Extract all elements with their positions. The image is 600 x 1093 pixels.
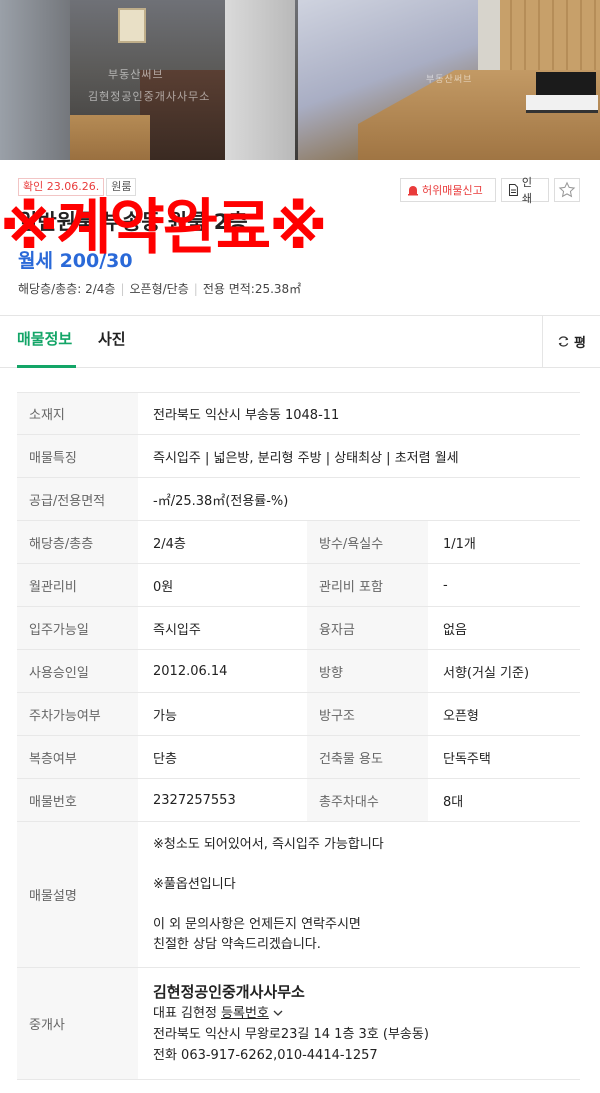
- floor-value: 2/4층: [153, 536, 186, 552]
- direction-label: 방향: [307, 650, 428, 692]
- description-value: ※청소도 되어있어서, 즉시입주 가능합니다 ※풀옵션입니다 이 외 문의사항은…: [138, 822, 580, 967]
- location-value: 전라북도 익산시 부송동 1048-11: [153, 408, 340, 423]
- unit-toggle-button[interactable]: 평: [542, 316, 600, 367]
- table-row: 입주가능일 즉시입주 융자금 없음: [17, 607, 580, 650]
- report-false-listing-button[interactable]: 허위매물신고: [400, 178, 496, 202]
- table-row: 매물번호 2327257553 총주차대수 8대: [17, 779, 580, 822]
- structure-label: 방구조: [307, 693, 428, 735]
- fee-label: 월관리비: [17, 564, 138, 606]
- floor-label: 해당층/총층: [17, 521, 138, 563]
- broker-address: 전라북도 익산시 무왕로23길 14 1층 3호 (부송동): [153, 1026, 429, 1042]
- fee-value: 0원: [153, 579, 174, 595]
- rooms-label: 방수/욕실수: [307, 521, 428, 563]
- broker-name: 김현정공인중개사사무소: [153, 982, 305, 1001]
- broker-rep-name: 대표 김현정: [153, 1005, 217, 1021]
- photo-watermark: 김현정공인중개사사무소: [88, 90, 211, 103]
- table-row: 매물특징 즉시입주 | 넓은방, 분리형 주방 | 상태최상 | 초저렴 월세: [17, 435, 580, 478]
- listing-number-value: 2327257553: [153, 792, 236, 808]
- table-row: 사용승인일 2012.06.14 방향 서향(거실 기준): [17, 650, 580, 693]
- print-button[interactable]: 인쇄: [501, 176, 549, 205]
- table-row: 중개사 김현정공인중개사사무소 대표 김현정 등록번호 전라북도 익산시 무왕로…: [17, 968, 580, 1080]
- parking-label: 주차가능여부: [17, 693, 138, 735]
- favorite-button[interactable]: [554, 178, 580, 202]
- summary-floor: 해당층/총층: 2/4층: [18, 282, 116, 296]
- broker-representative: 대표 김현정 등록번호: [153, 1003, 283, 1024]
- listing-photo-kitchen[interactable]: 부동산써브 김현정공인중개사사무소: [0, 0, 298, 160]
- listing-photo-room[interactable]: 부동산써브: [298, 0, 600, 160]
- move-in-value: 즉시입주: [153, 622, 201, 638]
- description-line: 친절한 상담 약속드리겠습니다.: [153, 936, 321, 952]
- broker-phone: 전화 063-917-6262,010-4414-1257: [153, 1047, 378, 1063]
- duplex-value: 단층: [153, 751, 177, 767]
- summary-structure: 오픈형/단층: [129, 282, 189, 296]
- description-line: ※풀옵션입니다: [153, 876, 236, 892]
- siren-icon: [408, 186, 418, 196]
- report-label: 허위매물신고: [422, 184, 483, 197]
- description-line: 이 외 문의사항은 언제든지 연락주시면: [153, 916, 361, 932]
- total-parking-value: 8대: [443, 794, 464, 810]
- direction-value: 서향(거실 기준): [443, 665, 530, 681]
- table-row: 복층여부 단층 건축물 용도 단독주택: [17, 736, 580, 779]
- unit-toggle-label: 평: [574, 336, 586, 351]
- document-icon: [508, 184, 518, 196]
- parking-value: 가능: [153, 708, 177, 724]
- broker-info: 김현정공인중개사사무소 대표 김현정 등록번호 전라북도 익산시 무왕로23길 …: [138, 968, 580, 1079]
- feature-value: 즉시입주 | 넓은방, 분리형 주방 | 상태최상 | 초저렴 월세: [153, 450, 459, 466]
- structure-value: 오픈형: [443, 708, 479, 724]
- table-row: 해당층/총층 2/4층 방수/욕실수 1/1개: [17, 521, 580, 564]
- detail-tabs: 매물정보 사진 평: [0, 316, 600, 368]
- table-row: 매물설명 ※청소도 되어있어서, 즉시입주 가능합니다 ※풀옵션입니다 이 외 …: [17, 822, 580, 968]
- location-label: 소재지: [17, 393, 138, 434]
- area-label: 공급/전용면적: [17, 478, 138, 520]
- summary-area: 전용 면적:25.38㎡: [202, 282, 302, 296]
- loan-value: 없음: [443, 622, 467, 638]
- table-row: 소재지 전라북도 익산시 부송동 1048-11: [17, 392, 580, 435]
- photo-gallery[interactable]: 부동산써브 김현정공인중개사사무소 부동산써브: [0, 0, 600, 160]
- tab-listing-info[interactable]: 매물정보: [17, 316, 76, 368]
- listing-number-label: 매물번호: [17, 779, 138, 821]
- building-usage-label: 건축물 용도: [307, 736, 428, 778]
- fee-included-label: 관리비 포함: [307, 564, 428, 606]
- duplex-label: 복층여부: [17, 736, 138, 778]
- table-row: 주차가능여부 가능 방구조 오픈형: [17, 693, 580, 736]
- loan-label: 융자금: [307, 607, 428, 649]
- listing-info-table: 소재지 전라북도 익산시 부송동 1048-11 매물특징 즉시입주 | 넓은방…: [17, 392, 580, 1080]
- feature-label: 매물특징: [17, 435, 138, 477]
- description-line: ※청소도 되어있어서, 즉시입주 가능합니다: [153, 836, 384, 852]
- approval-date-value: 2012.06.14: [153, 663, 228, 679]
- chevron-down-icon[interactable]: [273, 1009, 283, 1017]
- area-value: -㎡/25.38㎡(전용률-%): [153, 493, 289, 509]
- total-parking-label: 총주차대수: [307, 779, 428, 821]
- contract-complete-stamp: ※계약완료※: [0, 193, 327, 263]
- broker-label: 중개사: [17, 968, 138, 1079]
- approval-date-label: 사용승인일: [17, 650, 138, 692]
- star-icon: [558, 181, 576, 198]
- print-label: 인쇄: [521, 176, 533, 205]
- listing-summary: 해당층/총층: 2/4층 | 오픈형/단층 | 전용 면적:25.38㎡: [18, 282, 302, 296]
- rooms-value: 1/1개: [443, 536, 476, 552]
- registration-number-link[interactable]: 등록번호: [221, 1006, 269, 1021]
- fee-included-value: -: [443, 577, 448, 593]
- table-row: 월관리비 0원 관리비 포함 -: [17, 564, 580, 607]
- photo-watermark: 부동산써브: [426, 75, 473, 85]
- move-in-label: 입주가능일: [17, 607, 138, 649]
- photo-watermark-secondary: 부동산써브: [108, 68, 164, 81]
- table-row: 공급/전용면적 -㎡/25.38㎡(전용률-%): [17, 478, 580, 521]
- description-label: 매물설명: [17, 822, 138, 967]
- tab-photos[interactable]: 사진: [98, 316, 126, 368]
- refresh-icon: [558, 336, 569, 347]
- building-usage-value: 단독주택: [443, 751, 491, 767]
